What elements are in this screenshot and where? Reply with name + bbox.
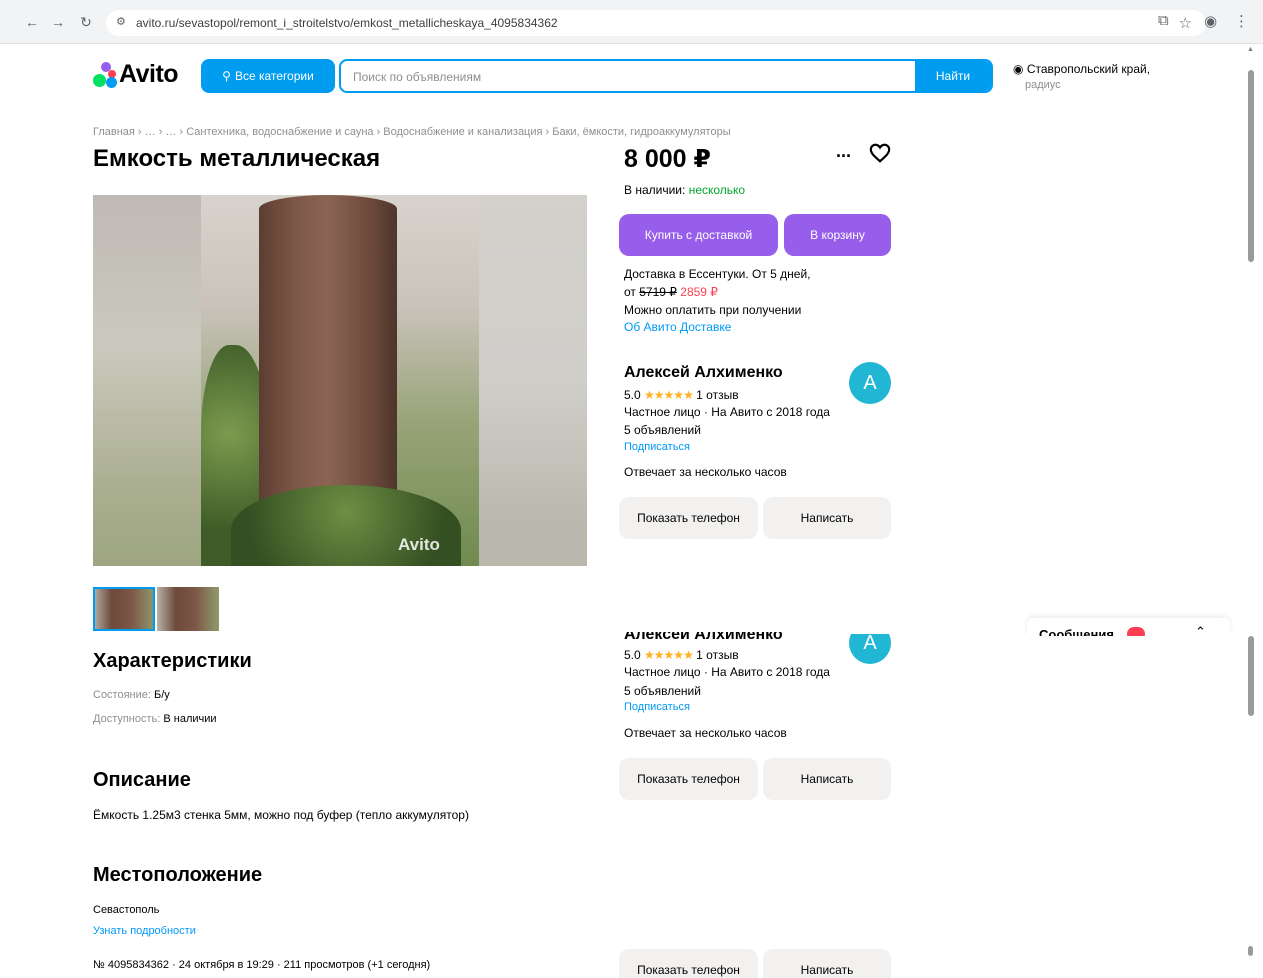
reload-icon[interactable]: ↻	[76, 13, 96, 31]
bookmark-star-icon[interactable]: ☆	[1179, 14, 1192, 32]
reviews-count[interactable]: 1 отзыв	[696, 388, 738, 402]
page-title: Емкость металлическая	[93, 145, 381, 172]
categories-search-icon: ⚲	[222, 69, 231, 83]
region-text[interactable]: Ставропольский край,	[1027, 62, 1150, 76]
scrollbar-thumb[interactable]	[1248, 70, 1254, 262]
old-delivery-price: 5719 ₽	[639, 285, 677, 299]
logo-dots-icon	[93, 62, 121, 88]
response-time: Отвечает за несколько часов	[624, 465, 787, 479]
sticky-seller-avatar[interactable]: A	[849, 634, 891, 664]
more-options-icon[interactable]: ···	[836, 146, 852, 167]
price-from: от	[624, 285, 636, 299]
delivery-price: от 5719 ₽ 2859 ₽	[624, 285, 718, 299]
scrollbar-thumb-bottom[interactable]	[1248, 946, 1253, 956]
browser-menu-icon[interactable]: ⋮	[1234, 12, 1249, 30]
listing-meta: № 4095834362 · 24 октября в 19:29 · 211 …	[93, 959, 431, 971]
location-details-link[interactable]: Узнать подробности	[93, 925, 196, 937]
messages-widget[interactable]: Сообщения ⌃	[1027, 618, 1230, 636]
all-categories-button[interactable]: ⚲ Все категории	[201, 59, 335, 93]
availability-label: В наличии:	[624, 183, 686, 197]
sticky-rating-value: 5.0	[624, 648, 641, 662]
write-message-button[interactable]: Написать	[763, 497, 891, 539]
pay-on-receipt: Можно оплатить при получении	[624, 303, 802, 317]
location-city: Севастополь	[93, 904, 160, 916]
add-to-cart-button[interactable]: В корзину	[784, 214, 891, 256]
scrollbar-thumb-lower[interactable]	[1248, 636, 1254, 716]
search-button[interactable]: Найти	[915, 61, 991, 91]
forward-icon[interactable]: →	[48, 13, 68, 31]
param-availability-label: Доступность:	[93, 713, 161, 725]
gallery-blur-right	[479, 195, 587, 566]
seller-ads-count[interactable]: 5 объявлений	[624, 423, 701, 437]
main-photo[interactable]	[201, 195, 479, 566]
characteristics-title: Характеристики	[93, 650, 252, 672]
back-icon[interactable]: ←	[22, 13, 42, 31]
location-pin-icon: ◉	[1013, 62, 1024, 76]
location-title: Местоположение	[93, 864, 263, 886]
show-phone-button[interactable]: Показать телефон	[619, 497, 758, 539]
seller-rating: 5.0 ★★★★★ 1 отзыв	[624, 388, 739, 402]
seller-name[interactable]: Алексей Алхименко	[624, 364, 783, 382]
sticky-seller-ads-count[interactable]: 5 объявлений	[624, 684, 701, 698]
messages-label[interactable]: Сообщения	[1039, 627, 1114, 636]
radius-text[interactable]: радиус	[1025, 79, 1061, 91]
avito-watermark: Avito	[398, 535, 440, 554]
url-text[interactable]: avito.ru/sevastopol/remont_i_stroitelstv…	[136, 16, 558, 30]
param-condition: Состояние: Б/у	[93, 689, 170, 701]
delivery-info: Доставка в Ессентуки. От 5 дней,	[624, 267, 811, 281]
sticky-subscribe-link[interactable]: Подписаться	[624, 701, 690, 713]
messages-badge	[1127, 627, 1145, 636]
thumbnail-2[interactable]	[157, 587, 219, 631]
profile-icon[interactable]: ◉	[1204, 12, 1217, 30]
sticky-rating-stars-icon: ★★★★★	[644, 648, 694, 662]
browser-toolbar: ← → ↻ ⚙ avito.ru/sevastopol/remont_i_str…	[0, 0, 1263, 44]
photo-gallery[interactable]: Avito	[93, 195, 587, 566]
thumbnail-1[interactable]	[93, 587, 155, 631]
param-availability-value: В наличии	[163, 713, 217, 725]
param-availability: Доступность: В наличии	[93, 713, 217, 725]
all-categories-label: Все категории	[234, 69, 314, 83]
scroll-up-icon[interactable]: ▲	[1247, 46, 1254, 53]
sticky-write-message-button[interactable]: Написать	[763, 758, 891, 800]
buy-with-delivery-button[interactable]: Купить с доставкой	[619, 214, 778, 256]
logo-text: Avito	[119, 60, 179, 88]
seller-avatar[interactable]: A	[849, 362, 891, 404]
site-info-icon[interactable]: ⚙	[116, 15, 126, 28]
availability: В наличии: несколько	[624, 183, 745, 197]
param-condition-label: Состояние:	[93, 689, 151, 701]
rating-stars-icon: ★★★★★	[644, 388, 694, 402]
sticky-show-phone-button[interactable]: Показать телефон	[619, 758, 758, 800]
description-text: Ёмкость 1.25м3 стенка 5мм, можно под буф…	[93, 808, 469, 822]
availability-value: несколько	[688, 183, 746, 197]
favorite-heart-icon[interactable]	[869, 142, 891, 164]
sticky-seller-name[interactable]: Алексей Алхименко	[624, 632, 783, 644]
breadcrumb[interactable]: Главная › … › … › Сантехника, водоснабже…	[93, 126, 731, 138]
region-selector[interactable]: ◉ Ставропольский край,	[1013, 62, 1150, 76]
bottom-write-message-button[interactable]: Написать	[763, 949, 891, 978]
description-title: Описание	[93, 769, 191, 791]
address-bar[interactable]: ⚙ avito.ru/sevastopol/remont_i_stroitels…	[106, 10, 1206, 36]
sticky-seller-rating: 5.0 ★★★★★ 1 отзыв	[624, 648, 739, 662]
sticky-reviews-count[interactable]: 1 отзыв	[696, 648, 738, 662]
chevron-up-icon[interactable]: ⌃	[1195, 624, 1206, 636]
extensions-icon[interactable]: ⧉	[1158, 12, 1169, 29]
seller-type: Частное лицо · На Авито с 2018 года	[624, 405, 830, 419]
price: 8 000 ₽	[624, 145, 711, 173]
sticky-seller-type: Частное лицо · На Авито с 2018 года	[624, 665, 830, 679]
about-delivery-link[interactable]: Об Авито Доставке	[624, 320, 731, 334]
search-input[interactable]: Поиск по объявлениям Найти	[339, 59, 993, 93]
search-placeholder[interactable]: Поиск по объявлениям	[353, 70, 481, 84]
rating-value: 5.0	[624, 388, 641, 402]
bottom-show-phone-button[interactable]: Показать телефон	[619, 949, 758, 978]
new-delivery-price: 2859 ₽	[680, 285, 718, 299]
subscribe-link[interactable]: Подписаться	[624, 441, 690, 453]
sticky-response-time: Отвечает за несколько часов	[624, 726, 787, 740]
param-condition-value: Б/у	[154, 689, 170, 701]
gallery-blur-left	[93, 195, 201, 566]
